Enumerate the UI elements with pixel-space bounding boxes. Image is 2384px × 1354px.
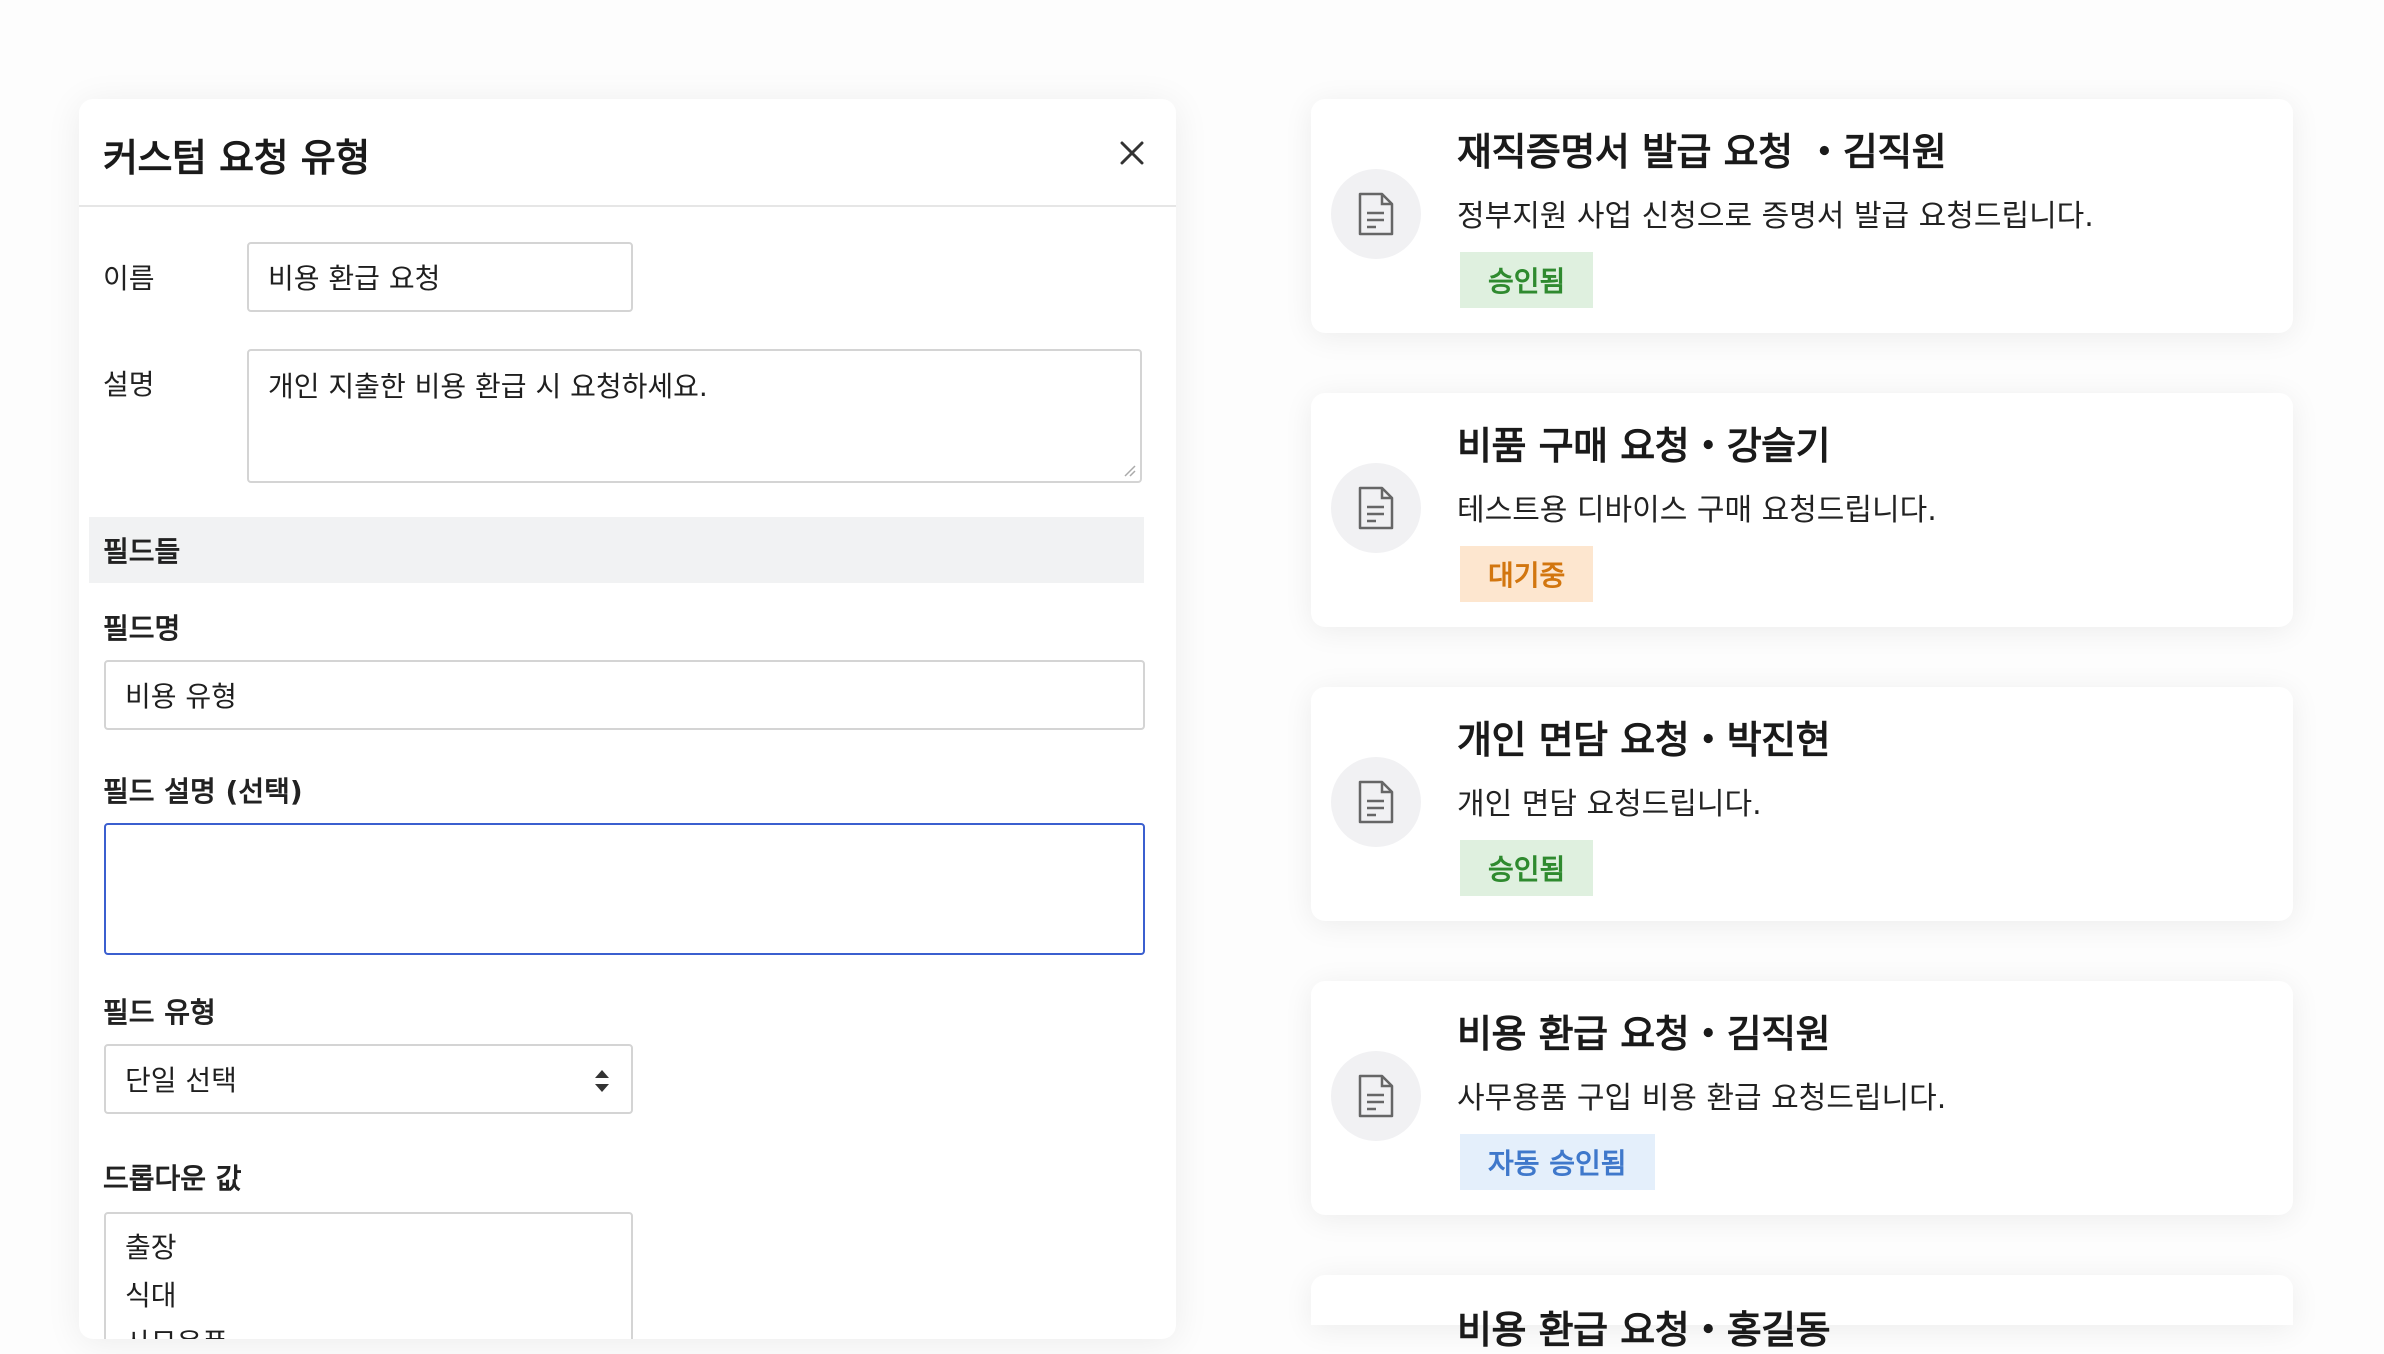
name-input[interactable]: 비용 환급 요청 [247,242,633,312]
status-badge: 승인됨 [1460,252,1594,308]
request-description: 정부지원 사업 신청으로 증명서 발급 요청드립니다. [1457,199,2094,234]
document-icon [1331,1051,1421,1141]
document-icon [1331,757,1421,847]
request-title: 비품 구매 요청・강슬기 [1457,424,1831,468]
select-arrows-icon [595,1070,609,1092]
status-badge: 대기중 [1460,546,1594,602]
modal-title: 커스텀 요청 유형 [103,136,370,180]
fields-section-header: 필드들 [89,517,1144,583]
field-name-value: 비용 유형 [125,680,237,713]
description-value: 개인 지출한 비용 환급 시 요청하세요. [268,370,708,403]
name-input-value: 비용 환급 요청 [268,262,441,295]
field-description-label: 필드 설명 (선택) [103,775,303,808]
request-title: 비용 환급 요청・홍길동 [1457,1308,1831,1352]
request-card[interactable]: 재직증명서 발급 요청 ・김직원 정부지원 사업 신청으로 증명서 발급 요청드… [1311,99,2293,333]
field-description-input[interactable] [104,823,1145,955]
modal-header: 커스텀 요청 유형 [79,99,1176,207]
request-card[interactable]: 개인 면담 요청・박진현 개인 면담 요청드립니다. 승인됨 [1311,687,2293,921]
description-textarea[interactable]: 개인 지출한 비용 환급 시 요청하세요. [247,349,1142,483]
status-badge: 자동 승인됨 [1460,1134,1655,1190]
field-type-label: 필드 유형 [103,996,216,1029]
resize-handle-icon[interactable] [1122,463,1136,477]
close-icon[interactable] [1112,133,1152,173]
status-badge: 승인됨 [1460,840,1594,896]
request-description: 사무용품 구입 비용 환급 요청드립니다. [1457,1081,1947,1116]
name-label: 이름 [103,262,155,295]
document-icon [1331,169,1421,259]
field-type-select[interactable]: 단일 선택 [104,1044,633,1114]
request-description: 개인 면담 요청드립니다. [1457,787,1762,822]
request-title: 비용 환급 요청・김직원 [1457,1012,1831,1056]
field-type-value: 단일 선택 [125,1064,237,1097]
dropdown-value-item: 식대 [125,1279,177,1312]
description-label: 설명 [103,368,155,401]
custom-request-type-modal: 커스텀 요청 유형 이름 비용 환급 요청 설명 개인 지출한 비용 환급 시 … [79,99,1176,1339]
dropdown-value-item: 사무용품 [125,1320,612,1339]
request-description: 테스트용 디바이스 구매 요청드립니다. [1457,493,1937,528]
request-card[interactable]: 비용 환급 요청・김직원 사무용품 구입 비용 환급 요청드립니다. 자동 승인… [1311,981,2293,1215]
dropdown-value-item: 출장 [125,1231,177,1264]
request-title: 재직증명서 발급 요청 ・김직원 [1457,130,1947,174]
field-name-label: 필드명 [103,612,181,645]
field-name-input[interactable]: 비용 유형 [104,660,1145,730]
document-icon [1331,463,1421,553]
request-card[interactable]: 비용 환급 요청・홍길동 [1311,1275,2293,1352]
dropdown-values-textarea[interactable]: 출장 식대 사무용품 [104,1212,633,1339]
request-card[interactable]: 비품 구매 요청・강슬기 테스트용 디바이스 구매 요청드립니다. 대기중 [1311,393,2293,627]
request-title: 개인 면담 요청・박진현 [1457,718,1831,762]
dropdown-values-label: 드롭다운 값 [103,1162,242,1195]
